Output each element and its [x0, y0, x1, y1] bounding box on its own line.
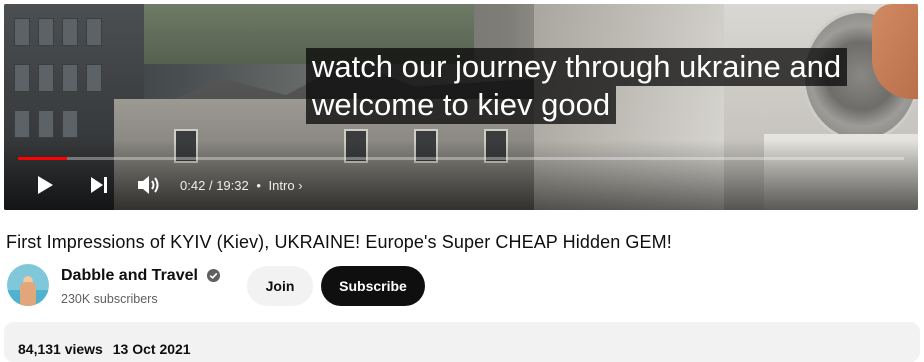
caption-line: watch our journey through ukraine and — [306, 48, 848, 86]
subscribe-button[interactable]: Subscribe — [321, 266, 425, 306]
verified-icon — [206, 268, 221, 283]
volume-button[interactable] — [136, 173, 162, 197]
time-separator: / — [208, 178, 213, 193]
chapter-label: Intro — [268, 178, 295, 193]
subscriber-count: 230K subscribers — [61, 292, 158, 306]
view-date-line: 84,131 views 13 Oct 2021 — [18, 341, 191, 357]
avatar[interactable] — [7, 264, 49, 306]
time-display: 0:42 / 19:32 • Intro › — [180, 178, 303, 193]
progress-bar[interactable] — [18, 157, 904, 160]
video-title: First Impressions of KYIV (Kiev), UKRAIN… — [6, 232, 672, 252]
current-time: 0:42 — [180, 178, 206, 193]
chapter-dot: • — [256, 178, 261, 193]
upload-date: 13 Oct 2021 — [112, 341, 191, 357]
chapter-button[interactable]: Intro › — [269, 178, 303, 193]
volume-icon — [138, 176, 159, 194]
description-box[interactable]: 84,131 views 13 Oct 2021 — [4, 322, 920, 362]
total-time: 19:32 — [216, 178, 249, 193]
subtitle-caption: watch our journey through ukraine and we… — [306, 48, 848, 124]
next-button[interactable] — [88, 174, 110, 196]
play-icon — [38, 176, 53, 194]
caption-line: welcome to kiev good — [306, 86, 617, 124]
chevron-right-icon: › — [298, 178, 303, 193]
play-button[interactable] — [34, 174, 56, 196]
next-icon — [91, 177, 107, 193]
view-count: 84,131 views — [18, 341, 103, 357]
channel-name[interactable]: Dabble and Travel — [61, 267, 198, 285]
video-player[interactable]: watch our journey through ukraine and we… — [4, 4, 918, 210]
join-button[interactable]: Join — [247, 266, 313, 306]
progress-played — [18, 157, 67, 160]
